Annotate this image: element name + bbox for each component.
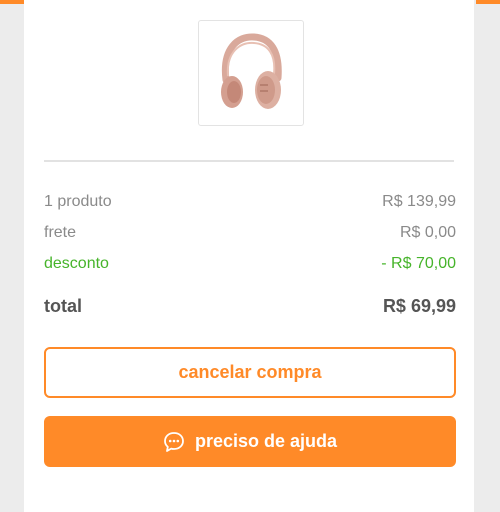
summary-row-discount: desconto - R$ 70,00 xyxy=(44,255,456,273)
shipping-label: frete xyxy=(44,224,77,241)
products-label: 1 produto xyxy=(44,193,112,210)
cancel-purchase-button[interactable]: cancelar compra xyxy=(44,347,456,398)
discount-label: desconto xyxy=(44,255,109,272)
total-label: total xyxy=(44,296,82,316)
product-image[interactable] xyxy=(198,20,304,126)
order-summary-card: 1 produto R$ 139,99 frete R$ 0,00 descon… xyxy=(24,0,474,512)
summary-row-total: total R$ 69,99 xyxy=(44,296,456,317)
summary-row-shipping: frete R$ 0,00 xyxy=(44,224,456,242)
summary-row-products: 1 produto R$ 139,99 xyxy=(44,193,456,211)
need-help-button[interactable]: preciso de ajuda xyxy=(44,416,456,467)
accent-bar-right xyxy=(476,0,500,4)
cancel-purchase-label: cancelar compra xyxy=(178,362,322,382)
headphones-icon xyxy=(221,33,282,109)
need-help-label: preciso de ajuda xyxy=(194,431,338,451)
chat-bubble-icon xyxy=(163,431,185,453)
total-value: R$ 69,99 xyxy=(382,296,456,316)
discount-value: - R$ 70,00 xyxy=(381,255,456,272)
section-divider xyxy=(44,160,454,162)
shipping-value: R$ 0,00 xyxy=(399,224,456,241)
products-value: R$ 139,99 xyxy=(382,193,456,210)
accent-bar-left xyxy=(0,0,24,4)
